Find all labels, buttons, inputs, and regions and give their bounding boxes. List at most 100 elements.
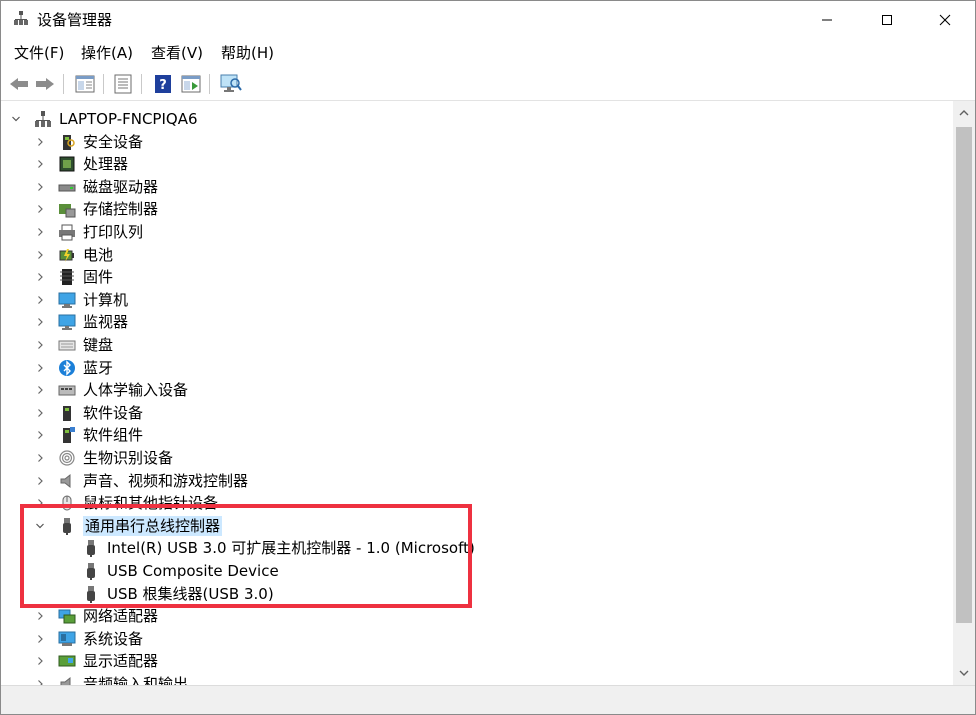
status-bar — [1, 685, 975, 714]
chevron-right-icon[interactable] — [35, 137, 45, 147]
tree-item-category[interactable]: 电池 — [35, 244, 113, 266]
tree-item-category[interactable]: 处理器 — [35, 153, 128, 175]
tree-item-category[interactable]: 存储控制器 — [35, 198, 158, 220]
toolbar-separator — [209, 74, 210, 94]
tree-item-category[interactable]: 系统设备 — [35, 628, 143, 650]
scrollbar-thumb[interactable] — [956, 127, 972, 623]
chevron-right-icon[interactable] — [35, 250, 45, 260]
forward-arrow-icon[interactable] — [33, 72, 57, 96]
title-bar: 设备管理器 — [1, 1, 975, 39]
back-arrow-icon[interactable] — [7, 72, 31, 96]
tree-item-category[interactable]: 软件设备 — [35, 402, 143, 424]
tree-item-category[interactable]: 网络适配器 — [35, 605, 158, 627]
root-label: LAPTOP-FNCPIQA6 — [59, 110, 198, 128]
software-component-icon — [57, 425, 77, 445]
help-icon[interactable]: ? — [151, 72, 175, 96]
tree-item-label: 固件 — [83, 268, 114, 287]
audio-io-icon — [57, 674, 77, 685]
storage-controller-icon — [57, 199, 77, 219]
chevron-right-icon[interactable] — [35, 227, 45, 237]
network-adapter-icon — [57, 606, 77, 626]
scroll-up-icon[interactable] — [958, 107, 970, 119]
scroll-down-icon[interactable] — [958, 667, 970, 679]
tree-item-label: 磁盘驱动器 — [83, 177, 159, 196]
biometric-icon — [57, 448, 77, 468]
run-view-icon[interactable] — [179, 72, 203, 96]
menu-help[interactable]: 帮助(H) — [221, 43, 274, 63]
battery-icon — [57, 245, 77, 265]
hid-icon — [57, 380, 77, 400]
tree-item-label: 软件设备 — [83, 403, 144, 422]
tree-item-label: 打印队列 — [83, 223, 144, 241]
tree-item-category[interactable]: 打印队列 — [35, 221, 143, 243]
menu-action[interactable]: 操作(A) — [81, 43, 133, 63]
window-title: 设备管理器 — [37, 11, 113, 29]
menu-file[interactable]: 文件(F) — [14, 43, 64, 63]
tree-item-category[interactable]: 键盘 — [35, 334, 113, 356]
tree-item-label: 显示适配器 — [83, 652, 159, 671]
tree-item-category[interactable]: 监视器 — [35, 311, 128, 333]
chevron-right-icon[interactable] — [35, 408, 45, 418]
computer-icon — [57, 290, 77, 310]
disk-drive-icon — [57, 177, 77, 197]
sound-icon — [57, 471, 77, 491]
chevron-right-icon[interactable] — [35, 385, 45, 395]
chevron-right-icon[interactable] — [35, 430, 45, 440]
chevron-down-icon[interactable] — [11, 114, 21, 124]
tree-item-category[interactable]: 安全设备 — [35, 131, 143, 153]
security-device-icon — [57, 132, 77, 152]
chevron-right-icon[interactable] — [35, 204, 45, 214]
tree-item-category[interactable]: 计算机 — [35, 289, 128, 311]
tree-item-label: 人体学输入设备 — [83, 381, 189, 400]
close-button[interactable] — [919, 1, 971, 39]
tree-item-category[interactable]: 人体学输入设备 — [35, 379, 188, 401]
chevron-right-icon[interactable] — [35, 317, 45, 327]
keyboard-icon — [57, 335, 77, 355]
tree-item-label: 软件组件 — [83, 426, 144, 445]
tree-item-category[interactable]: 音频输入和输出 — [35, 673, 188, 685]
software-device-icon — [57, 403, 77, 423]
toolbar-separator — [63, 74, 64, 94]
tree-item-category[interactable]: 生物识别设备 — [35, 447, 173, 469]
chevron-right-icon[interactable] — [35, 182, 45, 192]
system-device-icon — [57, 629, 77, 649]
scan-hardware-icon[interactable] — [219, 72, 243, 96]
chevron-right-icon[interactable] — [35, 656, 45, 666]
tree-item-category[interactable]: 声音、视频和游戏控制器 — [35, 470, 248, 492]
tree-item-category[interactable]: 磁盘驱动器 — [35, 176, 158, 198]
tree-item-category[interactable]: 显示适配器 — [35, 650, 158, 672]
chevron-right-icon[interactable] — [35, 611, 45, 621]
tree-item-label: 安全设备 — [83, 132, 144, 151]
tree-item-label: 音频输入和输出 — [83, 675, 189, 685]
vertical-scrollbar[interactable] — [953, 101, 975, 685]
menu-view[interactable]: 查看(V) — [151, 43, 203, 63]
computer-tree-icon — [33, 109, 53, 129]
chevron-right-icon[interactable] — [35, 453, 45, 463]
tree-item-label: 生物识别设备 — [83, 449, 174, 467]
chevron-right-icon[interactable] — [35, 272, 45, 282]
printer-icon — [57, 222, 77, 242]
list-view-icon[interactable] — [111, 72, 135, 96]
chevron-right-icon[interactable] — [35, 476, 45, 486]
maximize-button[interactable] — [861, 1, 913, 39]
monitor-icon — [57, 312, 77, 332]
chevron-right-icon[interactable] — [35, 363, 45, 373]
tree-item-category[interactable]: 软件组件 — [35, 424, 143, 446]
chevron-right-icon[interactable] — [35, 295, 45, 305]
tree-item-category[interactable]: 固件 — [35, 266, 113, 288]
chevron-right-icon[interactable] — [35, 340, 45, 350]
tree-item-label: 声音、视频和游戏控制器 — [83, 471, 249, 490]
tree-root[interactable]: LAPTOP-FNCPIQA6 — [11, 108, 198, 130]
device-manager-window: 设备管理器 文件(F) 操作(A) 查看(V) 帮助(H) ? LAPTOP-F… — [0, 0, 976, 715]
chevron-right-icon[interactable] — [35, 159, 45, 169]
bluetooth-icon — [57, 358, 77, 378]
tree-item-label: 存储控制器 — [83, 200, 159, 219]
chevron-right-icon[interactable] — [35, 634, 45, 644]
processor-icon — [57, 154, 77, 174]
minimize-button[interactable] — [801, 1, 853, 39]
properties-window-icon[interactable] — [73, 72, 97, 96]
tree-item-category[interactable]: 蓝牙 — [35, 357, 113, 379]
annotation-highlight-box — [20, 504, 472, 608]
tree-item-label: 监视器 — [83, 313, 129, 332]
tree-item-label: 电池 — [83, 245, 114, 264]
